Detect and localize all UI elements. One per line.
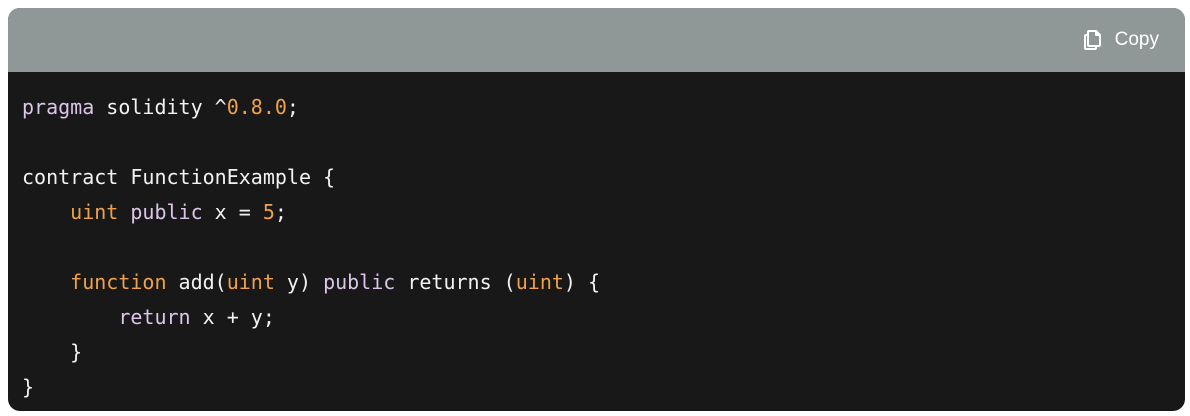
- keyword-token: return: [118, 305, 191, 329]
- code-text: }: [22, 340, 83, 364]
- code-text: add(: [166, 270, 227, 294]
- copy-button[interactable]: Copy: [1081, 28, 1159, 52]
- code-line: uint public x = 5;: [22, 195, 1185, 230]
- code-line: }: [22, 335, 1185, 370]
- copy-icon: [1081, 28, 1105, 52]
- keyword-token: pragma: [22, 95, 95, 119]
- number-token: 0.8.0: [226, 95, 287, 119]
- code-line: pragma solidity ^0.8.0;: [22, 90, 1185, 125]
- type-token: uint: [226, 270, 275, 294]
- number-token: 5: [262, 200, 275, 224]
- code-text: ;: [274, 200, 287, 224]
- type-token: uint: [515, 270, 564, 294]
- code-text: y): [274, 270, 324, 294]
- code-text: ) {: [563, 270, 601, 294]
- code-line: contract FunctionExample {: [22, 160, 1185, 195]
- code-text: x =: [202, 200, 263, 224]
- code-text: x + y;: [190, 305, 275, 329]
- code-line: }: [22, 370, 1185, 405]
- type-token: uint: [70, 200, 119, 224]
- keyword-token: public: [323, 270, 396, 294]
- code-block: Copy pragma solidity ^0.8.0; contract Fun…: [8, 8, 1185, 411]
- type-token: function: [70, 270, 167, 294]
- code-area[interactable]: pragma solidity ^0.8.0; contract Function…: [8, 72, 1185, 405]
- code-line: return x + y;: [22, 300, 1185, 335]
- code-line: function add(uint y) public returns (uin…: [22, 265, 1185, 300]
- code-text: returns (: [395, 270, 516, 294]
- code-text: ;: [286, 95, 299, 119]
- code-block-header: Copy: [8, 8, 1185, 72]
- code-text: contract FunctionExample {: [22, 165, 336, 189]
- code-text: solidity ^: [94, 95, 227, 119]
- code-text: }: [22, 375, 35, 399]
- copy-button-label: Copy: [1114, 29, 1159, 50]
- keyword-token: public: [130, 200, 203, 224]
